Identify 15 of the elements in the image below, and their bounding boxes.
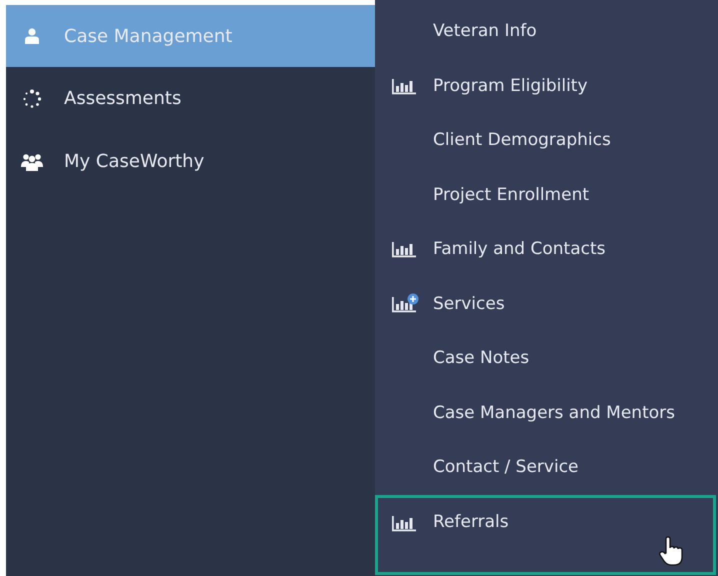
sidebar-item[interactable]: My CaseWorthy [6, 130, 375, 193]
submenu-item[interactable]: Referrals [375, 494, 716, 574]
sidebar-item[interactable]: Assessments [6, 67, 375, 130]
hand-cursor-icon [659, 536, 683, 566]
submenu-item[interactable]: Project Enrollment [375, 168, 718, 222]
submenu-item[interactable]: Services [375, 276, 718, 331]
submenu-item[interactable]: Case Managers and Mentors [375, 386, 718, 440]
submenu-item[interactable]: Case Notes [375, 331, 718, 386]
submenu-item[interactable]: Program Eligibility [375, 58, 718, 113]
submenu-item[interactable]: Contact / Service [375, 440, 718, 494]
submenu-item[interactable]: Client Demographics [375, 113, 718, 168]
submenu-item[interactable]: Family and Contacts [375, 222, 718, 276]
users-icon [20, 152, 44, 170]
submenu-item[interactable]: Veteran Info [375, 4, 718, 58]
bar-chart-plus-icon [391, 292, 419, 315]
